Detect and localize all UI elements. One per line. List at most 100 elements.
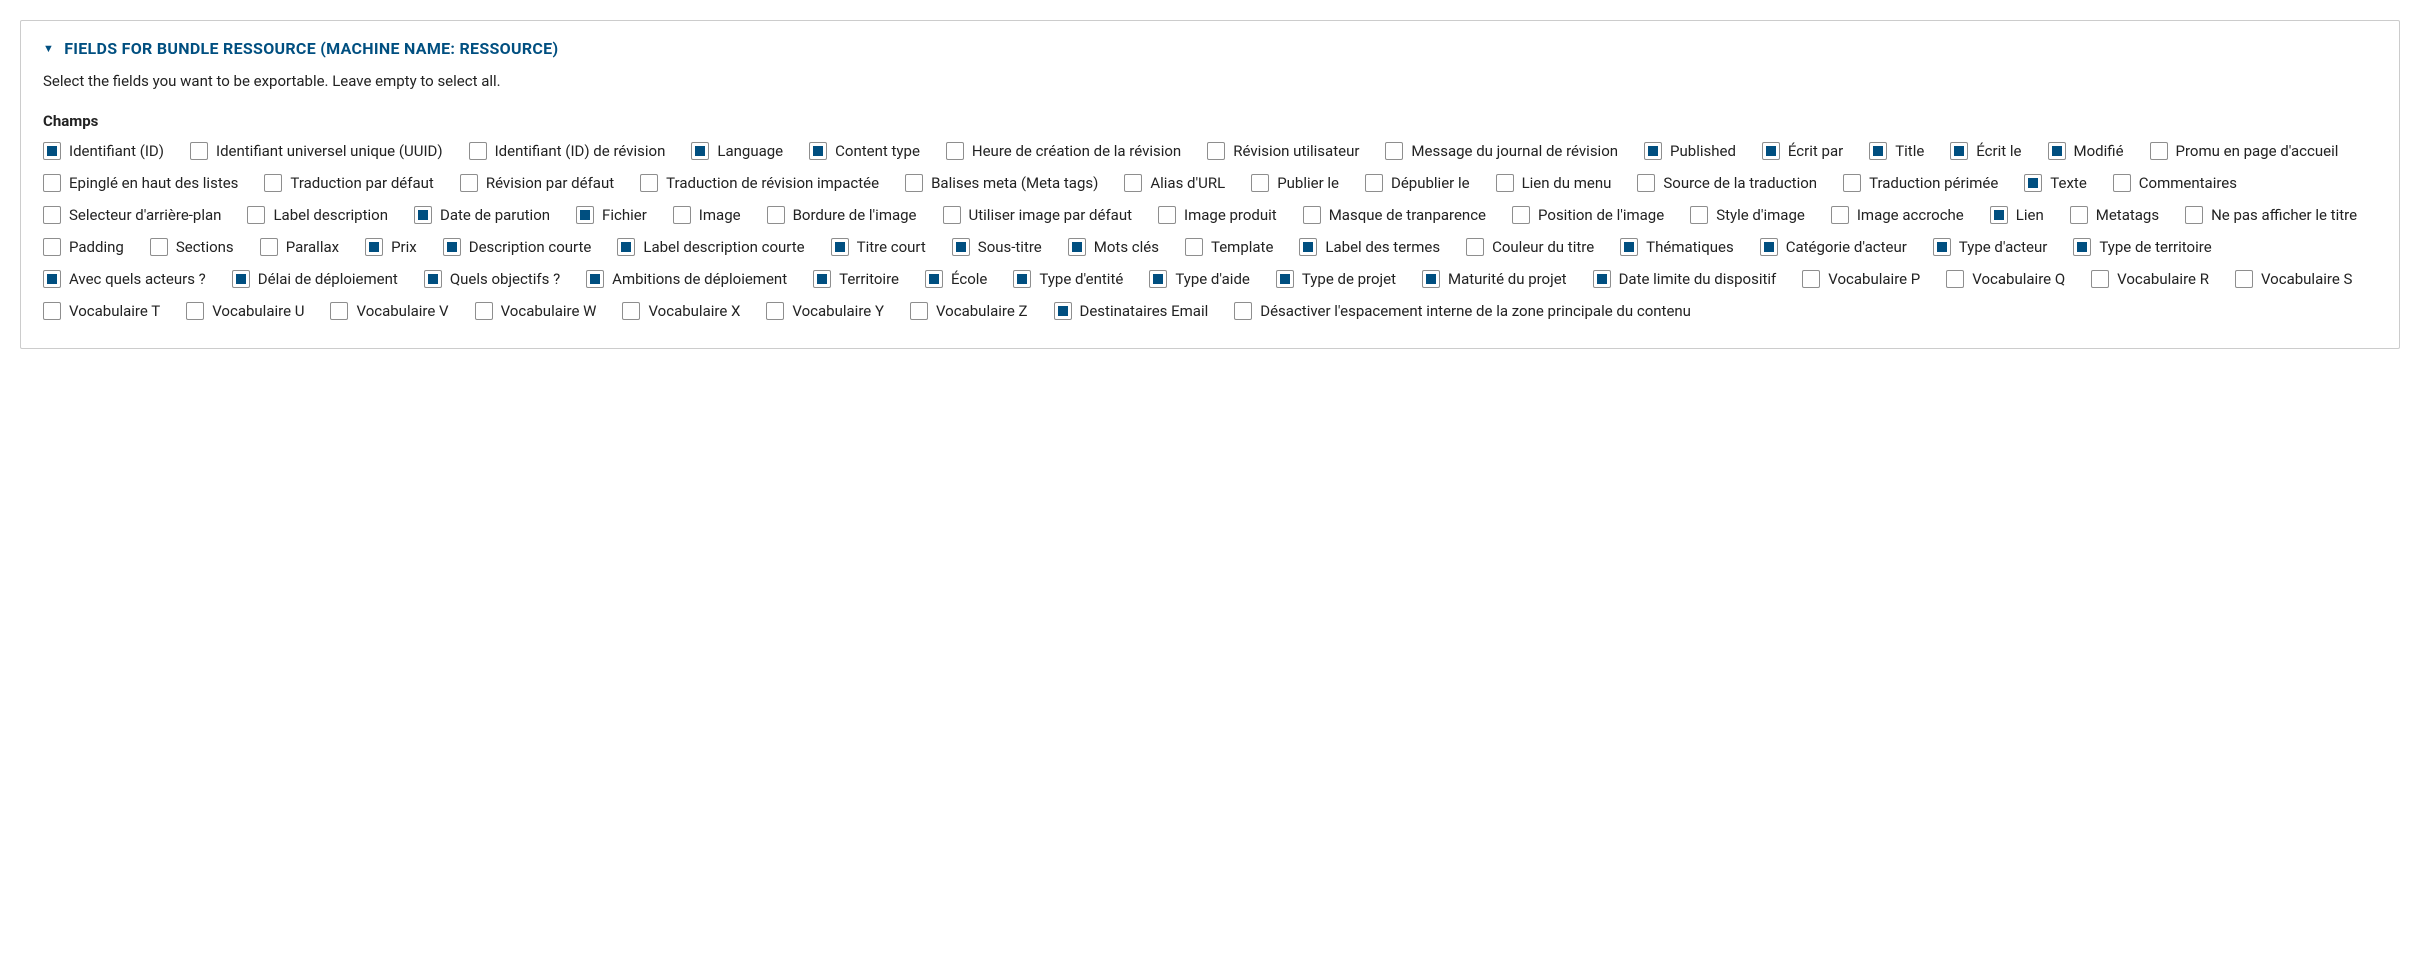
checkbox-vocab-y[interactable] <box>766 302 784 320</box>
checkbox-template[interactable] <box>1185 238 1203 256</box>
checkbox-revision-log[interactable] <box>1385 142 1403 160</box>
checkbox-label-revision-time[interactable]: Heure de création de la révision <box>972 142 1181 160</box>
checkbox-label-identifiant-id[interactable]: Identifiant (ID) <box>69 142 164 160</box>
checkbox-vocab-z[interactable] <box>910 302 928 320</box>
checkbox-metatags2[interactable] <box>2070 206 2088 224</box>
checkbox-bg-selector[interactable] <box>43 206 61 224</box>
checkbox-label-type-entite[interactable]: Type d'entité <box>1039 270 1123 288</box>
checkbox-trans-source[interactable] <box>1637 174 1655 192</box>
checkbox-label-desc-courte[interactable] <box>617 238 635 256</box>
checkbox-vocab-t[interactable] <box>43 302 61 320</box>
checkbox-label-label-desc[interactable]: Label description <box>273 206 388 224</box>
checkbox-rev-trans-affected[interactable] <box>640 174 658 192</box>
checkbox-label-sticky[interactable]: Epinglé en haut des listes <box>69 174 238 192</box>
checkbox-image-produit[interactable] <box>1158 206 1176 224</box>
checkbox-type-acteur[interactable] <box>1933 238 1951 256</box>
checkbox-vocab-w[interactable] <box>475 302 493 320</box>
checkbox-thematiques[interactable] <box>1620 238 1638 256</box>
checkbox-label-title[interactable]: Title <box>1895 142 1924 160</box>
checkbox-label-sections[interactable]: Sections <box>176 238 234 256</box>
checkbox-sticky[interactable] <box>43 174 61 192</box>
checkbox-revision-user[interactable] <box>1207 142 1225 160</box>
checkbox-revision-id[interactable] <box>469 142 487 160</box>
checkbox-image[interactable] <box>673 206 691 224</box>
checkbox-vocab-s[interactable] <box>2235 270 2253 288</box>
checkbox-ecole[interactable] <box>925 270 943 288</box>
checkbox-label-modifie[interactable]: Modifié <box>2074 142 2124 160</box>
checkbox-ecrit-par[interactable] <box>1762 142 1780 160</box>
checkbox-promu[interactable] <box>2150 142 2168 160</box>
checkbox-quels-objectifs[interactable] <box>424 270 442 288</box>
checkbox-use-default-image[interactable] <box>943 206 961 224</box>
checkbox-published[interactable] <box>1644 142 1662 160</box>
checkbox-label-fichier[interactable]: Fichier <box>602 206 647 224</box>
checkbox-identifiant-id[interactable] <box>43 142 61 160</box>
checkbox-label-revision-log[interactable]: Message du journal de révision <box>1411 142 1618 160</box>
checkbox-maturite-projet[interactable] <box>1422 270 1440 288</box>
checkbox-label-promu[interactable]: Promu en page d'accueil <box>2176 142 2339 160</box>
checkbox-label-vocab-x[interactable]: Vocabulaire X <box>648 302 740 320</box>
checkbox-desc-courte[interactable] <box>443 238 461 256</box>
checkbox-label-publish-on[interactable]: Publier le <box>1277 174 1339 192</box>
checkbox-label-transparency-mask[interactable]: Masque de tranparence <box>1329 206 1486 224</box>
checkbox-label-sous-titre[interactable]: Sous-titre <box>978 238 1042 256</box>
checkbox-label-default-rev[interactable]: Révision par défaut <box>486 174 614 192</box>
checkbox-modifie[interactable] <box>2048 142 2066 160</box>
checkbox-title[interactable] <box>1869 142 1887 160</box>
checkbox-image-position[interactable] <box>1512 206 1530 224</box>
checkbox-label-type-territoire[interactable]: Type de territoire <box>2099 238 2211 256</box>
checkbox-vocab-u[interactable] <box>186 302 204 320</box>
checkbox-meta-tags[interactable] <box>905 174 923 192</box>
checkbox-label-destinataires-email[interactable]: Destinataires Email <box>1080 302 1209 320</box>
checkbox-revision-time[interactable] <box>946 142 964 160</box>
checkbox-label-maturite-projet[interactable]: Maturité du projet <box>1448 270 1567 288</box>
checkbox-vocab-x[interactable] <box>622 302 640 320</box>
checkbox-ambitions-deploiement[interactable] <box>586 270 604 288</box>
checkbox-mots-cles[interactable] <box>1068 238 1086 256</box>
checkbox-label-prix[interactable]: Prix <box>391 238 417 256</box>
checkbox-label-image[interactable]: Image <box>699 206 741 224</box>
checkbox-label-couleur-titre[interactable]: Couleur du titre <box>1492 238 1594 256</box>
checkbox-label-content-type[interactable]: Content type <box>835 142 920 160</box>
checkbox-vocab-r[interactable] <box>2091 270 2109 288</box>
checkbox-label-rev-trans-affected[interactable]: Traduction de révision impactée <box>666 174 879 192</box>
checkbox-titre-court[interactable] <box>831 238 849 256</box>
checkbox-menu-link[interactable] <box>1496 174 1514 192</box>
checkbox-label-published[interactable]: Published <box>1670 142 1736 160</box>
checkbox-label-termes[interactable] <box>1299 238 1317 256</box>
checkbox-avec-quels-acteurs[interactable] <box>43 270 61 288</box>
checkbox-prix[interactable] <box>365 238 383 256</box>
checkbox-territoire[interactable] <box>813 270 831 288</box>
checkbox-lien[interactable] <box>1990 206 2008 224</box>
checkbox-label-vocab-v[interactable]: Vocabulaire V <box>356 302 448 320</box>
checkbox-label-date-parution[interactable]: Date de parution <box>440 206 550 224</box>
checkbox-language[interactable] <box>691 142 709 160</box>
checkbox-label-image-accroche[interactable]: Image accroche <box>1857 206 1964 224</box>
checkbox-vocab-q[interactable] <box>1946 270 1964 288</box>
checkbox-type-entite[interactable] <box>1013 270 1031 288</box>
checkbox-trans-outdated[interactable] <box>1843 174 1861 192</box>
checkbox-label-ecole[interactable]: École <box>951 270 987 288</box>
checkbox-label-texte[interactable]: Texte <box>2050 174 2086 192</box>
checkbox-publish-on[interactable] <box>1251 174 1269 192</box>
checkbox-label-thematiques[interactable]: Thématiques <box>1646 238 1734 256</box>
checkbox-ecrit-le[interactable] <box>1950 142 1968 160</box>
checkbox-hide-title[interactable] <box>2185 206 2203 224</box>
checkbox-padding[interactable] <box>43 238 61 256</box>
checkbox-fichier[interactable] <box>576 206 594 224</box>
checkbox-label-default-trans[interactable]: Traduction par défaut <box>290 174 433 192</box>
checkbox-label-label-desc-courte[interactable]: Label description courte <box>643 238 804 256</box>
checkbox-label-trans-source[interactable]: Source de la traduction <box>1663 174 1817 192</box>
checkbox-label-quels-objectifs[interactable]: Quels objectifs ? <box>450 270 560 288</box>
checkbox-default-rev[interactable] <box>460 174 478 192</box>
checkbox-disable-main-padding[interactable] <box>1234 302 1252 320</box>
checkbox-label-template[interactable]: Template <box>1211 238 1273 256</box>
checkbox-label-ecrit-le[interactable]: Écrit le <box>1976 142 2021 160</box>
checkbox-label-vocab-q[interactable]: Vocabulaire Q <box>1972 270 2065 288</box>
checkbox-type-projet[interactable] <box>1276 270 1294 288</box>
checkbox-label-date-limite[interactable]: Date limite du dispositif <box>1619 270 1777 288</box>
checkbox-label-ambitions-deploiement[interactable]: Ambitions de déploiement <box>612 270 787 288</box>
checkbox-label-meta-tags[interactable]: Balises meta (Meta tags) <box>931 174 1098 192</box>
checkbox-type-territoire[interactable] <box>2073 238 2091 256</box>
checkbox-parallax[interactable] <box>260 238 278 256</box>
